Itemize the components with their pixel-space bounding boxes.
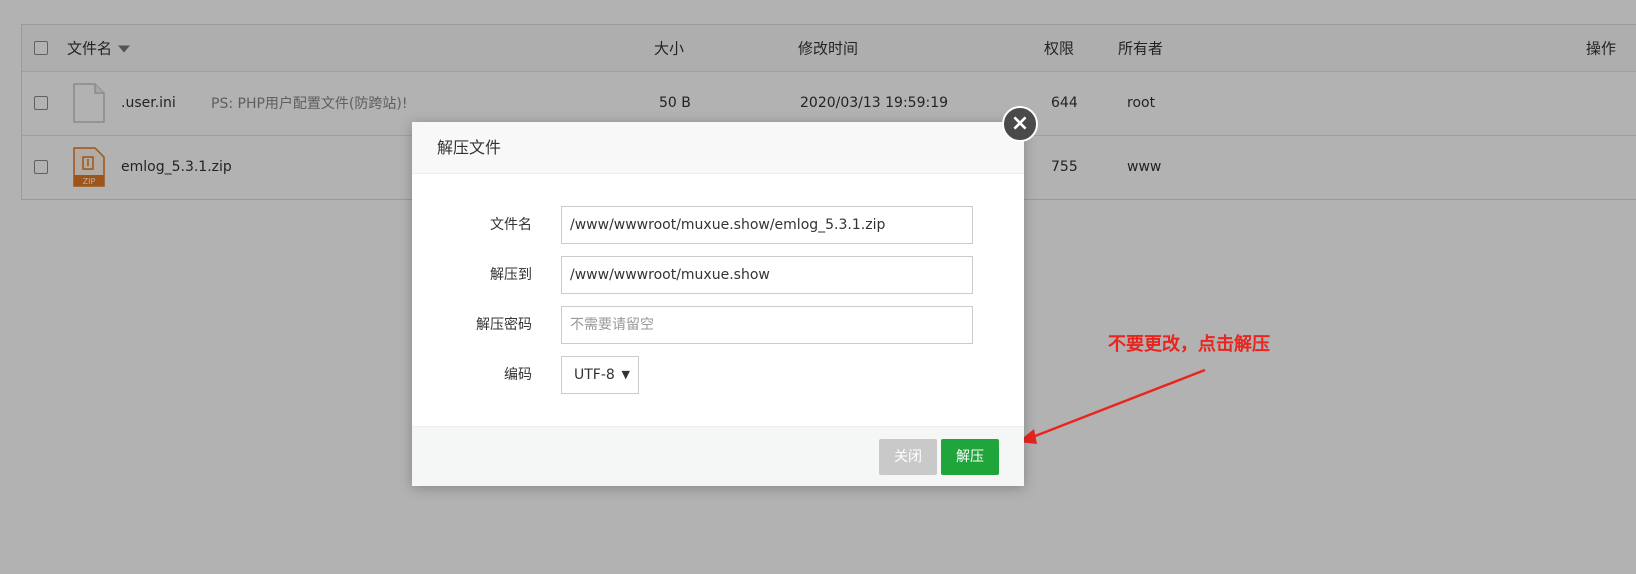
filename-field[interactable]: /www/wwwroot/muxue.show/emlog_5.3.1.zip bbox=[561, 206, 973, 244]
encoding-value: UTF-8 bbox=[574, 367, 615, 383]
extract-to-label: 解压到 bbox=[490, 267, 532, 283]
encoding-row: 编码 UTF-8 ▼ bbox=[412, 356, 1024, 394]
filename-row: 文件名 /www/wwwroot/muxue.show/emlog_5.3.1.… bbox=[412, 206, 1024, 244]
extract-to-field[interactable]: /www/wwwroot/muxue.show bbox=[561, 256, 973, 294]
encoding-label: 编码 bbox=[504, 367, 532, 383]
extract-to-row: 解压到 /www/wwwroot/muxue.show bbox=[412, 256, 1024, 294]
password-row: 解压密码 不需要请留空 bbox=[412, 306, 1024, 344]
dialog-close-icon[interactable]: × bbox=[1002, 106, 1038, 142]
extract-dialog: 解压文件 文件名 /www/wwwroot/muxue.show/emlog_5… bbox=[412, 122, 1024, 486]
password-label: 解压密码 bbox=[476, 317, 532, 333]
chevron-down-icon: ▼ bbox=[621, 368, 630, 381]
dialog-title: 解压文件 bbox=[412, 122, 1024, 174]
filename-label: 文件名 bbox=[490, 217, 532, 233]
dialog-footer: 关闭 解压 bbox=[412, 426, 1024, 486]
password-field[interactable]: 不需要请留空 bbox=[561, 306, 973, 344]
close-button[interactable]: 关闭 bbox=[879, 439, 937, 475]
extract-button[interactable]: 解压 bbox=[941, 439, 999, 475]
encoding-select[interactable]: UTF-8 ▼ bbox=[561, 356, 639, 394]
